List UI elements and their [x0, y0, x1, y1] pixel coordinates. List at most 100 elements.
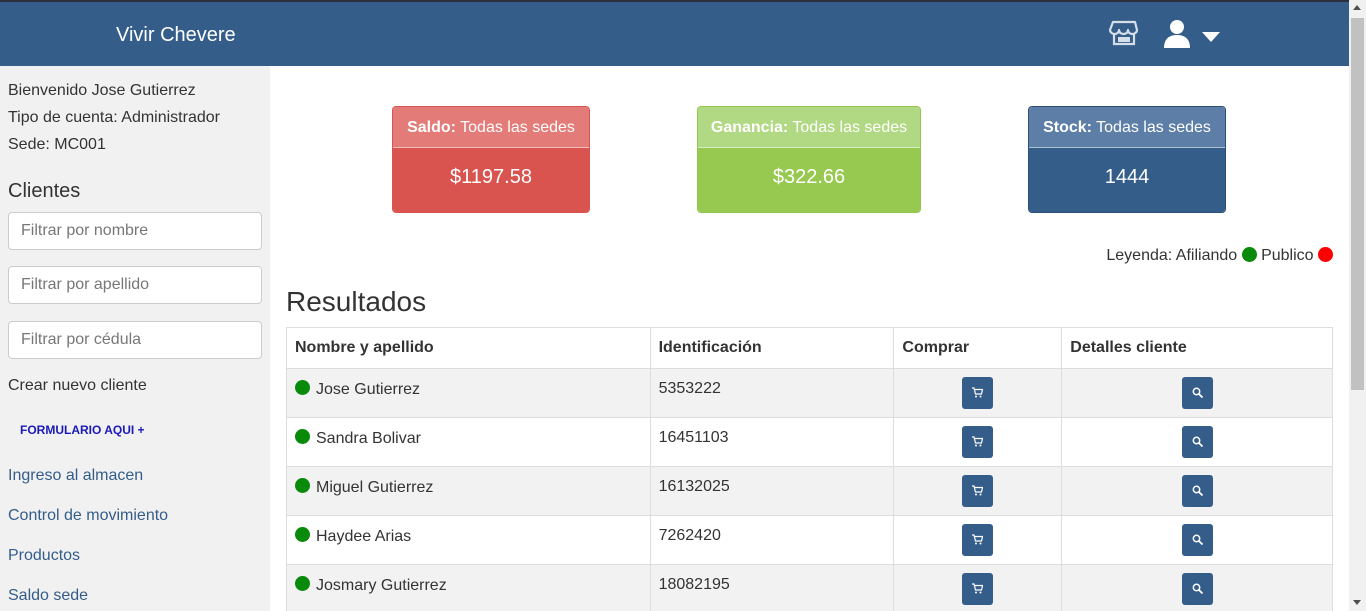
sidebar-link-control[interactable]: Control de movimiento	[8, 507, 168, 525]
brand-title[interactable]: Vivir Chevere	[116, 24, 236, 47]
details-button[interactable]	[1181, 475, 1213, 507]
sidebar-link-productos[interactable]: Productos	[8, 547, 80, 565]
scroll-down-icon[interactable]	[1353, 600, 1361, 605]
sede-text: Sede: MC001	[8, 136, 106, 153]
ganancia-label: Ganancia:	[710, 119, 789, 136]
table-row: Sandra Bolivar 16451103	[286, 417, 1333, 467]
saldo-card-header: Saldo: Todas las sedes	[393, 107, 589, 148]
table-row: Josmary Gutierrez 18082195	[286, 564, 1333, 611]
col-header-name[interactable]: Nombre y apellido	[286, 327, 651, 369]
status-dot-icon	[295, 576, 310, 591]
client-name-cell: Sandra Bolivar	[286, 417, 651, 467]
details-cell	[1061, 466, 1333, 516]
buy-button[interactable]	[962, 426, 994, 458]
cart-icon	[972, 485, 984, 496]
buy-button[interactable]	[962, 377, 994, 409]
client-id: 18082195	[649, 564, 895, 611]
sidebar-link-ingreso[interactable]: Ingreso al almacen	[8, 467, 143, 485]
afiliando-dot-icon	[1241, 247, 1257, 262]
buy-cell	[893, 515, 1063, 565]
legend: Leyenda: Afiliando Publico	[1106, 247, 1333, 265]
scrollbar-thumb[interactable]	[1351, 18, 1364, 390]
col-header-buy: Comprar	[893, 327, 1063, 369]
ganancia-scope: Todas las sedes	[792, 119, 908, 136]
client-name-cell: Haydee Arias	[286, 515, 651, 565]
buy-cell	[893, 368, 1063, 418]
clients-heading: Clientes	[8, 180, 81, 202]
client-name: Miguel Gutierrez	[316, 479, 434, 496]
buy-button[interactable]	[962, 475, 994, 507]
details-cell	[1061, 515, 1333, 565]
details-button[interactable]	[1181, 426, 1213, 458]
ganancia-card-header: Ganancia: Todas las sedes	[698, 107, 920, 148]
client-id: 16451103	[649, 417, 895, 467]
publico-dot-icon	[1318, 247, 1333, 262]
page-scrollbar[interactable]	[1349, 0, 1366, 611]
client-name-cell: Jose Gutierrez	[286, 368, 651, 418]
details-cell	[1061, 417, 1333, 467]
details-cell	[1061, 564, 1333, 611]
saldo-scope: Todas las sedes	[460, 119, 575, 136]
store-icon[interactable]	[1109, 18, 1139, 48]
ganancia-card: Ganancia: Todas las sedes $322.66	[697, 106, 921, 213]
client-name: Sandra Bolivar	[316, 430, 421, 447]
status-dot-icon	[295, 478, 310, 493]
table-row: Haydee Arias 7262420	[286, 515, 1333, 565]
legend-prefix: Leyenda:	[1106, 247, 1173, 264]
results-heading: Resultados	[286, 286, 427, 317]
stock-label: Stock:	[1043, 119, 1092, 136]
client-name-cell: Josmary Gutierrez	[286, 564, 651, 611]
client-name-cell: Miguel Gutierrez	[286, 466, 651, 516]
sidebar: Bienvenido Jose Gutierrez Tipo de cuenta…	[0, 66, 270, 611]
filter-lastname-input[interactable]	[8, 266, 262, 304]
cart-icon	[972, 534, 984, 545]
client-id: 5353222	[649, 368, 895, 418]
details-button[interactable]	[1181, 377, 1213, 409]
scroll-up-icon[interactable]	[1353, 5, 1361, 10]
details-button[interactable]	[1181, 524, 1213, 556]
create-client-label: Crear nuevo cliente	[8, 377, 147, 394]
saldo-card: Saldo: Todas las sedes $1197.58	[392, 106, 590, 213]
stock-scope: Todas las sedes	[1096, 119, 1211, 136]
cart-icon	[972, 583, 984, 594]
client-id: 16132025	[649, 466, 895, 516]
caret-down-icon[interactable]	[1201, 31, 1221, 43]
saldo-label: Saldo:	[407, 119, 456, 136]
search-icon	[1192, 485, 1203, 496]
buy-button[interactable]	[962, 573, 994, 605]
sidebar-link-saldo[interactable]: Saldo sede	[8, 587, 88, 605]
table-header-row: Nombre y apellido Identificación Comprar…	[286, 327, 1333, 369]
search-icon	[1192, 583, 1203, 594]
client-name: Josmary Gutierrez	[316, 577, 447, 594]
client-name: Haydee Arias	[316, 528, 412, 545]
buy-cell	[893, 564, 1063, 611]
details-cell	[1061, 368, 1333, 418]
form-link[interactable]: FORMULARIO AQUI +	[20, 423, 145, 437]
client-name: Jose Gutierrez	[316, 381, 421, 398]
status-dot-icon	[295, 380, 310, 395]
filter-name-input[interactable]	[8, 212, 262, 250]
legend-publico: Publico	[1261, 247, 1314, 264]
stock-card: Stock: Todas las sedes 1444	[1028, 106, 1226, 213]
user-icon[interactable]	[1162, 19, 1192, 49]
welcome-text: Bienvenido Jose Gutierrez	[8, 82, 196, 99]
table-row: Jose Gutierrez 5353222	[286, 368, 1333, 418]
stock-card-header: Stock: Todas las sedes	[1029, 107, 1225, 148]
table-row: Miguel Gutierrez 16132025	[286, 466, 1333, 516]
details-button[interactable]	[1181, 573, 1213, 605]
ganancia-value: $322.66	[698, 148, 920, 212]
stock-value: 1444	[1029, 148, 1225, 212]
search-icon	[1192, 436, 1203, 447]
status-dot-icon	[295, 527, 310, 542]
buy-cell	[893, 466, 1063, 516]
buy-cell	[893, 417, 1063, 467]
filter-id-input[interactable]	[8, 321, 262, 359]
cart-icon	[972, 436, 984, 447]
col-header-id[interactable]: Identificación	[649, 327, 895, 369]
cart-icon	[972, 387, 984, 398]
search-icon	[1192, 534, 1203, 545]
buy-button[interactable]	[962, 524, 994, 556]
results-table: Nombre y apellido Identificación Comprar…	[286, 327, 1333, 611]
client-id: 7262420	[649, 515, 895, 565]
legend-afiliando: Afiliando	[1175, 247, 1238, 264]
